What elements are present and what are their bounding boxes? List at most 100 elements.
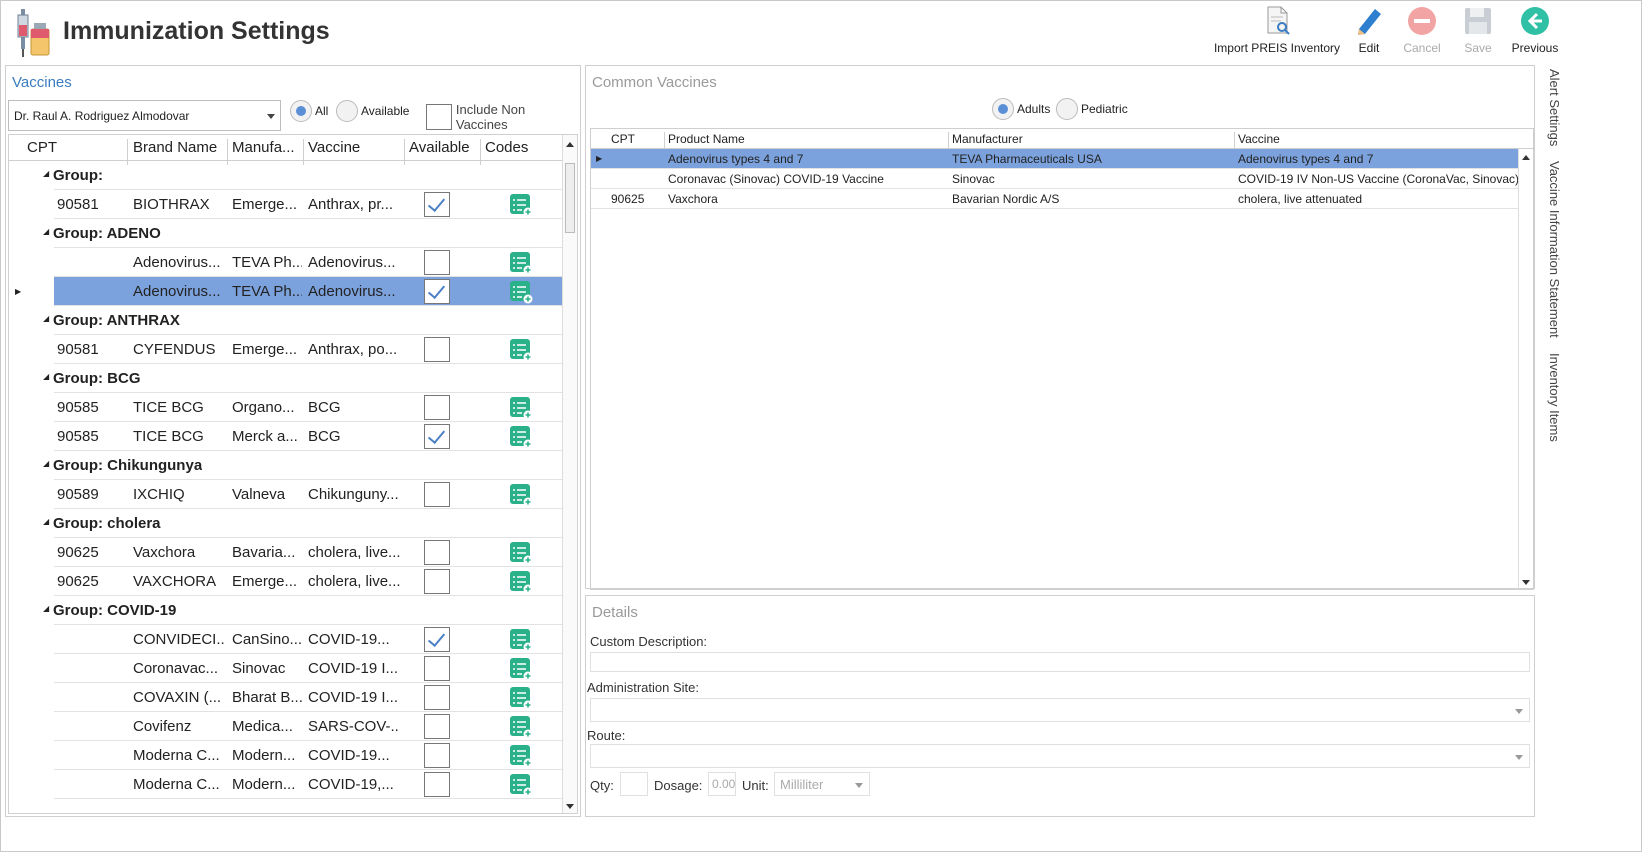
codes-list-icon[interactable] <box>509 425 533 453</box>
codes-list-icon[interactable] <box>509 541 533 569</box>
col-cpt[interactable]: CPT <box>611 132 635 146</box>
pediatric-radio[interactable]: Pediatric <box>1056 98 1128 120</box>
cancel-button[interactable]: Cancel <box>1401 5 1443 61</box>
scroll-up-icon[interactable] <box>1522 155 1530 160</box>
available-checkbox[interactable] <box>424 395 450 420</box>
table-row[interactable]: Covifenz Medica... SARS-COV-... <box>9 712 564 741</box>
custom-description-input[interactable] <box>590 652 1530 672</box>
codes-list-icon[interactable] <box>509 628 533 656</box>
save-button[interactable]: Save <box>1459 5 1497 61</box>
codes-list-icon[interactable] <box>509 338 533 366</box>
adults-radio[interactable]: Adults <box>992 98 1050 120</box>
available-checkbox[interactable] <box>424 569 450 594</box>
col-available[interactable]: Available <box>409 139 470 156</box>
table-row[interactable]: ▶ Adenovirus types 4 and 7 TEVA Pharmaceut… <box>591 149 1519 169</box>
col-vaccine[interactable]: Vaccine <box>308 139 360 156</box>
table-row[interactable]: 90625 VAXCHORA Emerge... cholera, live... <box>9 567 564 596</box>
available-checkbox[interactable] <box>424 424 450 449</box>
group-row[interactable]: ◢ Group: Chikungunya <box>9 451 564 480</box>
codes-list-icon[interactable] <box>509 686 533 714</box>
collapse-triangle-icon[interactable]: ◢ <box>43 169 49 178</box>
available-checkbox[interactable] <box>424 337 450 362</box>
col-manufacturer[interactable]: Manufa... <box>232 139 295 156</box>
table-row[interactable]: COVAXIN (... Bharat B... COVID-19 I... <box>9 683 564 712</box>
administration-site-select[interactable] <box>590 698 1530 722</box>
collapse-triangle-icon[interactable]: ◢ <box>43 459 49 468</box>
dosage-input[interactable]: 0.00 <box>708 772 736 796</box>
group-row[interactable]: ◢ Group: ADENO <box>9 219 564 248</box>
table-row[interactable]: 90581 CYFENDUS Emerge... Anthrax, po... <box>9 335 564 364</box>
col-brand-name[interactable]: Brand Name <box>133 139 217 156</box>
available-checkbox[interactable] <box>424 743 450 768</box>
codes-list-icon[interactable] <box>509 744 533 772</box>
group-row[interactable]: ◢ Group: cholera <box>9 509 564 538</box>
codes-list-icon[interactable] <box>509 396 533 424</box>
common-scrollbar[interactable] <box>1518 149 1533 589</box>
tab-inventory-items[interactable]: Inventory Items <box>1547 353 1562 442</box>
previous-button[interactable]: Previous <box>1511 5 1559 61</box>
edit-button[interactable]: Edit <box>1349 5 1389 61</box>
qty-input[interactable] <box>620 772 648 796</box>
table-row[interactable]: Adenovirus... TEVA Ph... Adenovirus... <box>9 248 564 277</box>
filter-all-radio[interactable]: All <box>290 100 328 122</box>
codes-list-icon[interactable] <box>509 483 533 511</box>
row-pointer-icon: ▶ <box>15 287 22 296</box>
table-row[interactable]: CONVIDECI... CanSino... COVID-19... <box>9 625 564 654</box>
available-checkbox[interactable] <box>424 192 450 217</box>
available-checkbox[interactable] <box>424 482 450 507</box>
available-checkbox[interactable] <box>424 656 450 681</box>
group-row[interactable]: ◢ Group: BCG <box>9 364 564 393</box>
scroll-down-icon[interactable] <box>566 804 574 809</box>
provider-select[interactable]: Dr. Raul A. Rodriguez Almodovar <box>8 100 281 131</box>
codes-list-icon[interactable] <box>509 193 533 221</box>
col-cpt[interactable]: CPT <box>27 139 57 156</box>
table-row[interactable]: Coronavac (Sinovac) COVID-19 Vaccine Sino… <box>591 169 1519 189</box>
codes-list-icon[interactable] <box>509 570 533 598</box>
tab-alert-settings[interactable]: Alert Settings <box>1547 69 1562 146</box>
col-vaccine[interactable]: Vaccine <box>1238 132 1280 146</box>
include-non-vaccines-checkbox[interactable]: Include Non Vaccines <box>426 102 580 132</box>
table-row[interactable]: Coronavac... Sinovac COVID-19 I... <box>9 654 564 683</box>
available-checkbox[interactable] <box>424 250 450 275</box>
table-row[interactable]: Moderna C... Modern... COVID-19,... <box>9 770 564 799</box>
table-row[interactable]: 90625 Vaxchora Bavarian Nordic A/S cholera,… <box>591 189 1519 209</box>
group-row[interactable]: ◢ Group: ANTHRAX <box>9 306 564 335</box>
table-row[interactable]: 90625 Vaxchora Bavaria... cholera, live... <box>9 538 564 567</box>
collapse-triangle-icon[interactable]: ◢ <box>43 314 49 323</box>
filter-available-radio[interactable]: Available <box>336 100 409 122</box>
available-checkbox[interactable] <box>424 627 450 652</box>
route-select[interactable] <box>590 744 1530 768</box>
vaccines-scrollbar[interactable] <box>562 135 577 813</box>
tab-vaccine-information-statement[interactable]: Vaccine Information Statement <box>1547 161 1562 338</box>
collapse-triangle-icon[interactable]: ◢ <box>43 604 49 613</box>
table-row[interactable]: 90585 TICE BCG Merck a... BCG <box>9 422 564 451</box>
import-preis-button[interactable]: Import PREIS Inventory <box>1213 5 1341 61</box>
table-row[interactable]: ▶ Adenovirus... TEVA Ph... Adenovirus... <box>9 277 564 306</box>
codes-list-icon[interactable] <box>509 657 533 685</box>
codes-list-icon[interactable] <box>509 773 533 801</box>
table-row[interactable]: 90585 TICE BCG Organo... BCG <box>9 393 564 422</box>
available-checkbox[interactable] <box>424 772 450 797</box>
scroll-up-icon[interactable] <box>566 142 574 147</box>
table-row[interactable]: 90589 IXCHIQ Valneva Chikunguny... <box>9 480 564 509</box>
collapse-triangle-icon[interactable]: ◢ <box>43 517 49 526</box>
codes-list-icon[interactable] <box>509 715 533 743</box>
collapse-triangle-icon[interactable]: ◢ <box>43 227 49 236</box>
available-checkbox[interactable] <box>424 279 450 304</box>
scroll-thumb[interactable] <box>565 163 575 233</box>
codes-list-icon[interactable] <box>509 251 533 279</box>
available-checkbox[interactable] <box>424 714 450 739</box>
available-checkbox[interactable] <box>424 685 450 710</box>
table-row[interactable]: Moderna C... Modern... COVID-19... <box>9 741 564 770</box>
unit-select[interactable]: Milliliter <box>774 772 870 796</box>
group-row[interactable]: ◢ Group: COVID-19 <box>9 596 564 625</box>
col-manufacturer[interactable]: Manufacturer <box>952 132 1023 146</box>
col-product-name[interactable]: Product Name <box>668 132 745 146</box>
collapse-triangle-icon[interactable]: ◢ <box>43 372 49 381</box>
codes-list-icon[interactable] <box>509 280 533 308</box>
group-row[interactable]: ◢ Group: <box>9 161 564 190</box>
available-checkbox[interactable] <box>424 540 450 565</box>
scroll-down-icon[interactable] <box>1522 580 1530 585</box>
table-row[interactable]: 90581 BIOTHRAX Emerge... Anthrax, pr... <box>9 190 564 219</box>
col-codes[interactable]: Codes <box>485 139 528 156</box>
